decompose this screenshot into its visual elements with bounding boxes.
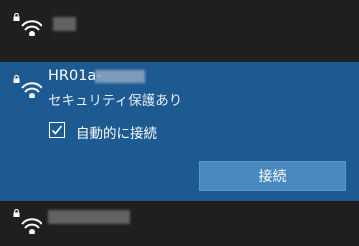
auto-connect-label: 自動的に接続 bbox=[76, 126, 157, 142]
security-status: セキュリティ保護あり bbox=[48, 93, 183, 109]
network-ssid: HR01a- bbox=[48, 68, 102, 84]
lock-icon bbox=[13, 13, 20, 21]
wifi-secured-icon bbox=[21, 20, 42, 36]
lock-icon bbox=[13, 75, 20, 83]
wifi-secured-icon bbox=[21, 82, 42, 98]
network-item-selected[interactable]: HR01a- セキュリティ保護あり 自動的に接続 接続 bbox=[0, 62, 359, 201]
checkmark-icon bbox=[51, 125, 63, 135]
auto-connect-checkbox[interactable] bbox=[49, 122, 65, 138]
connect-button[interactable]: 接続 bbox=[199, 161, 346, 191]
network-name-redacted bbox=[48, 210, 130, 224]
network-item[interactable] bbox=[0, 0, 359, 62]
network-name-redacted bbox=[95, 70, 145, 83]
wifi-secured-icon bbox=[21, 218, 42, 234]
network-item[interactable] bbox=[0, 201, 359, 246]
network-name-redacted bbox=[53, 17, 76, 31]
lock-icon bbox=[13, 209, 20, 217]
